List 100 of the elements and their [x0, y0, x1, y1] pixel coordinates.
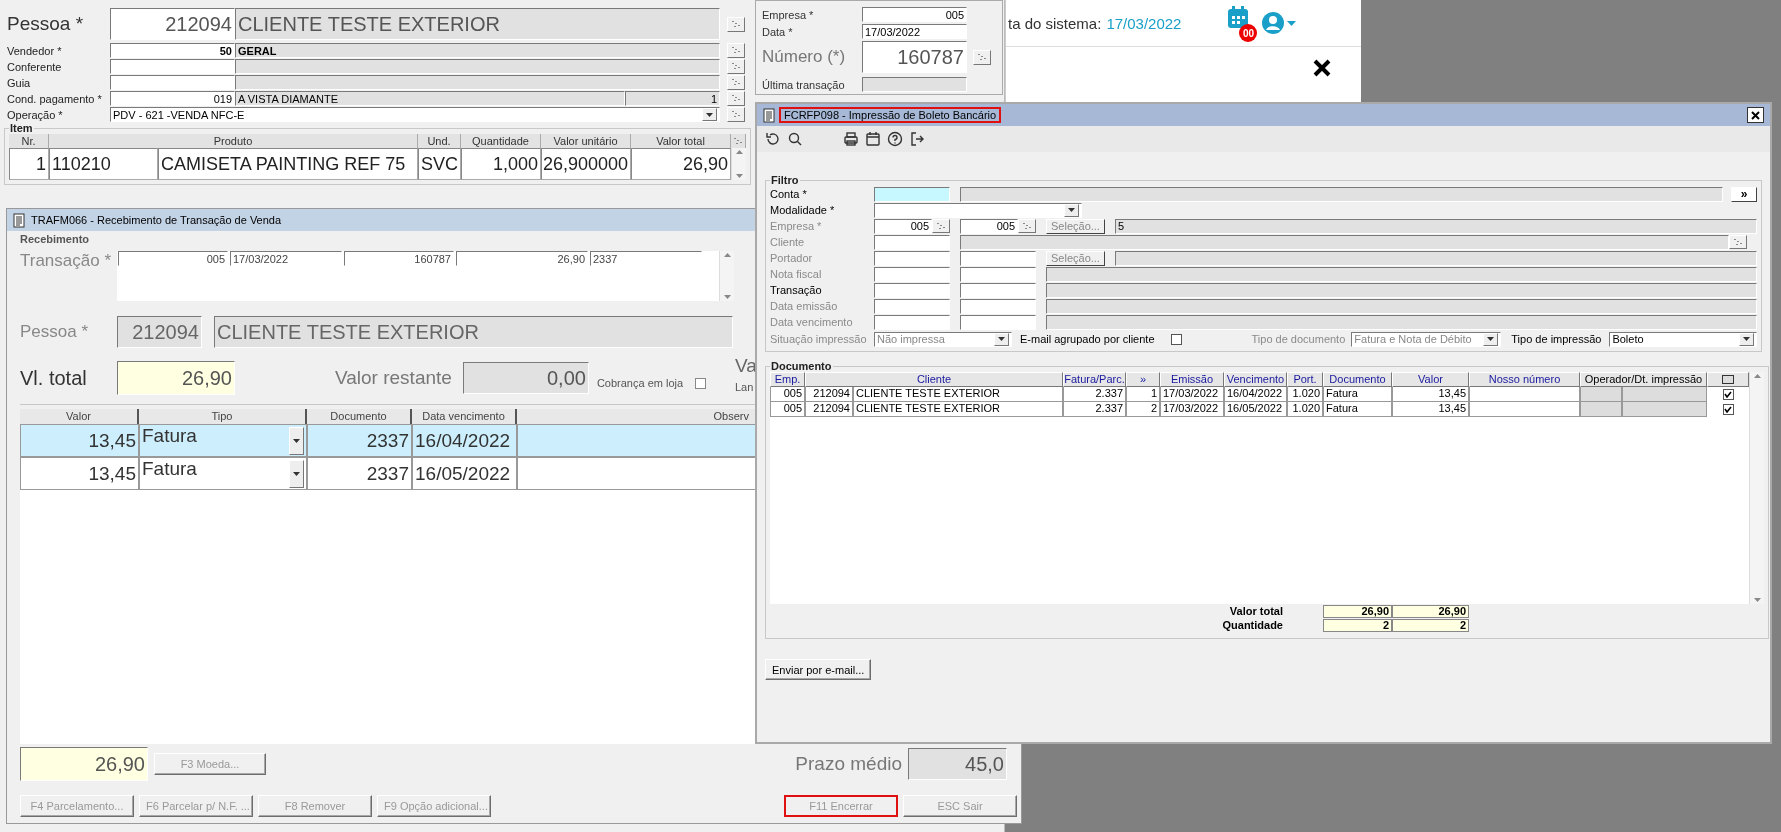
field-label: Pessoa * — [7, 13, 85, 35]
dropdown-button[interactable] — [1739, 332, 1754, 346]
input-field[interactable] — [960, 250, 1036, 266]
dots-icon — [732, 111, 740, 118]
close-icon[interactable] — [1313, 59, 1331, 77]
user-icon[interactable] — [1261, 11, 1286, 35]
calendar-icon[interactable] — [865, 131, 881, 147]
scroll-down-icon[interactable] — [734, 171, 744, 180]
column-header[interactable]: Operador/Dt. impressão — [1580, 372, 1707, 387]
select-all-icon[interactable] — [1722, 375, 1734, 384]
column-header[interactable]: Vencimento — [1224, 372, 1287, 387]
group-title: Recebimento — [20, 232, 90, 247]
field-label: Conta * — [770, 188, 808, 200]
column-header[interactable]: Valor — [1392, 372, 1469, 387]
field-label: Cond. pagamento * — [7, 92, 103, 105]
lookup-button[interactable] — [1729, 235, 1747, 249]
input-field[interactable] — [960, 314, 1036, 330]
input-field[interactable] — [874, 234, 950, 250]
calendar-icon[interactable] — [1227, 6, 1250, 30]
column-header[interactable]: Fatura/Parc. — [1063, 372, 1126, 387]
dropdown-button[interactable] — [289, 459, 304, 488]
column-header: Und. — [418, 134, 461, 148]
code-field[interactable]: 212094 — [110, 8, 235, 40]
scroll-up-icon[interactable] — [722, 251, 732, 260]
name-field: CLIENTE TESTE EXTERIOR — [235, 8, 720, 40]
column-header: Valor — [20, 409, 139, 424]
input-field[interactable] — [874, 298, 950, 314]
column-header[interactable]: Documento — [1323, 372, 1392, 387]
combo-field[interactable] — [874, 202, 1082, 218]
lookup-button[interactable] — [727, 75, 745, 90]
column-header[interactable]: Emissão — [1160, 372, 1224, 387]
search-icon[interactable] — [787, 131, 803, 147]
column-header[interactable]: » — [1126, 372, 1160, 387]
column-header: Documento — [307, 409, 412, 424]
scrollbar[interactable] — [1749, 372, 1764, 604]
scrollbar[interactable] — [731, 148, 746, 180]
count-field: 1 — [625, 91, 720, 106]
input-field[interactable] — [874, 314, 950, 330]
transaction-list[interactable]: 005 17/03/2022 160787 26,90 2337 — [117, 251, 734, 301]
column-header[interactable]: Cliente — [805, 372, 1063, 387]
column-header: Tipo — [139, 409, 307, 424]
email-button[interactable]: Enviar por e-mail... — [765, 659, 872, 680]
close-button[interactable] — [1747, 107, 1764, 123]
checkbox[interactable] — [1170, 333, 1182, 345]
input-field[interactable] — [874, 186, 950, 202]
more-button[interactable]: » — [1731, 186, 1757, 202]
input-field[interactable]: 005 — [862, 7, 967, 22]
input-field[interactable] — [960, 266, 1036, 282]
combo-field[interactable]: Fatura e Nota de Débito — [1351, 331, 1502, 347]
dropdown-button[interactable] — [1064, 203, 1079, 217]
field-label: Data emissão — [770, 300, 839, 312]
lookup-button[interactable] — [727, 59, 745, 74]
column-header: Produto — [49, 134, 418, 148]
scroll-up-icon[interactable] — [1752, 372, 1762, 381]
scroll-down-icon[interactable] — [722, 292, 732, 301]
print-icon[interactable] — [843, 131, 859, 147]
combo-field[interactable]: Boleto — [1609, 331, 1757, 347]
table-cell: 005 — [770, 387, 805, 402]
dropdown-button[interactable] — [289, 426, 304, 455]
code-field[interactable]: 019 — [110, 91, 235, 106]
caret-icon[interactable] — [1287, 20, 1297, 26]
scrollbar[interactable] — [719, 251, 734, 301]
code-field[interactable] — [110, 75, 235, 90]
checkbox[interactable] — [1722, 389, 1734, 400]
lookup-button[interactable] — [727, 43, 745, 58]
lookup-button[interactable] — [727, 107, 745, 122]
input-field[interactable]: 160787 — [862, 41, 967, 73]
input-field[interactable] — [960, 298, 1036, 314]
column-header[interactable]: Nosso número — [1469, 372, 1580, 387]
dots-icon — [1023, 222, 1031, 230]
checkbox[interactable] — [695, 377, 707, 389]
lookup-button[interactable] — [973, 49, 991, 65]
code-field[interactable] — [110, 59, 235, 74]
table-cell[interactable]: Fatura — [139, 424, 307, 457]
exit-icon[interactable] — [909, 131, 925, 147]
combo-field[interactable]: PDV - 621 -VENDA NFC-E — [110, 107, 720, 122]
table-cell[interactable]: Fatura — [139, 457, 307, 490]
input-field[interactable]: 17/03/2022 — [862, 24, 967, 39]
combo-field[interactable]: Não impressa — [874, 331, 1012, 347]
dropdown-button[interactable] — [994, 332, 1009, 346]
dropdown-button[interactable] — [702, 108, 717, 121]
column-header[interactable]: Port. — [1287, 372, 1323, 387]
column-header[interactable]: Emp. — [770, 372, 805, 387]
column-header: Nr. — [9, 134, 49, 148]
dropdown-button[interactable] — [1483, 332, 1499, 346]
table-cell: 2.337 — [1063, 387, 1126, 402]
caret-icon — [293, 471, 300, 476]
input-field[interactable] — [960, 282, 1036, 298]
input-field[interactable] — [874, 282, 950, 298]
help-icon[interactable] — [887, 131, 903, 147]
refresh-icon[interactable] — [765, 131, 781, 147]
checkbox[interactable] — [1722, 404, 1734, 415]
table-cell: CLIENTE TESTE EXTERIOR — [853, 387, 1063, 402]
lookup-button[interactable] — [727, 91, 745, 106]
lookup-button[interactable] — [727, 16, 745, 32]
scroll-down-icon[interactable] — [1752, 595, 1762, 604]
code-field[interactable]: 50 — [110, 43, 235, 58]
window-title: FCRFP098 - Impressão de Boleto Bancário — [781, 109, 1000, 121]
input-field[interactable] — [874, 250, 950, 266]
input-field[interactable] — [874, 266, 950, 282]
